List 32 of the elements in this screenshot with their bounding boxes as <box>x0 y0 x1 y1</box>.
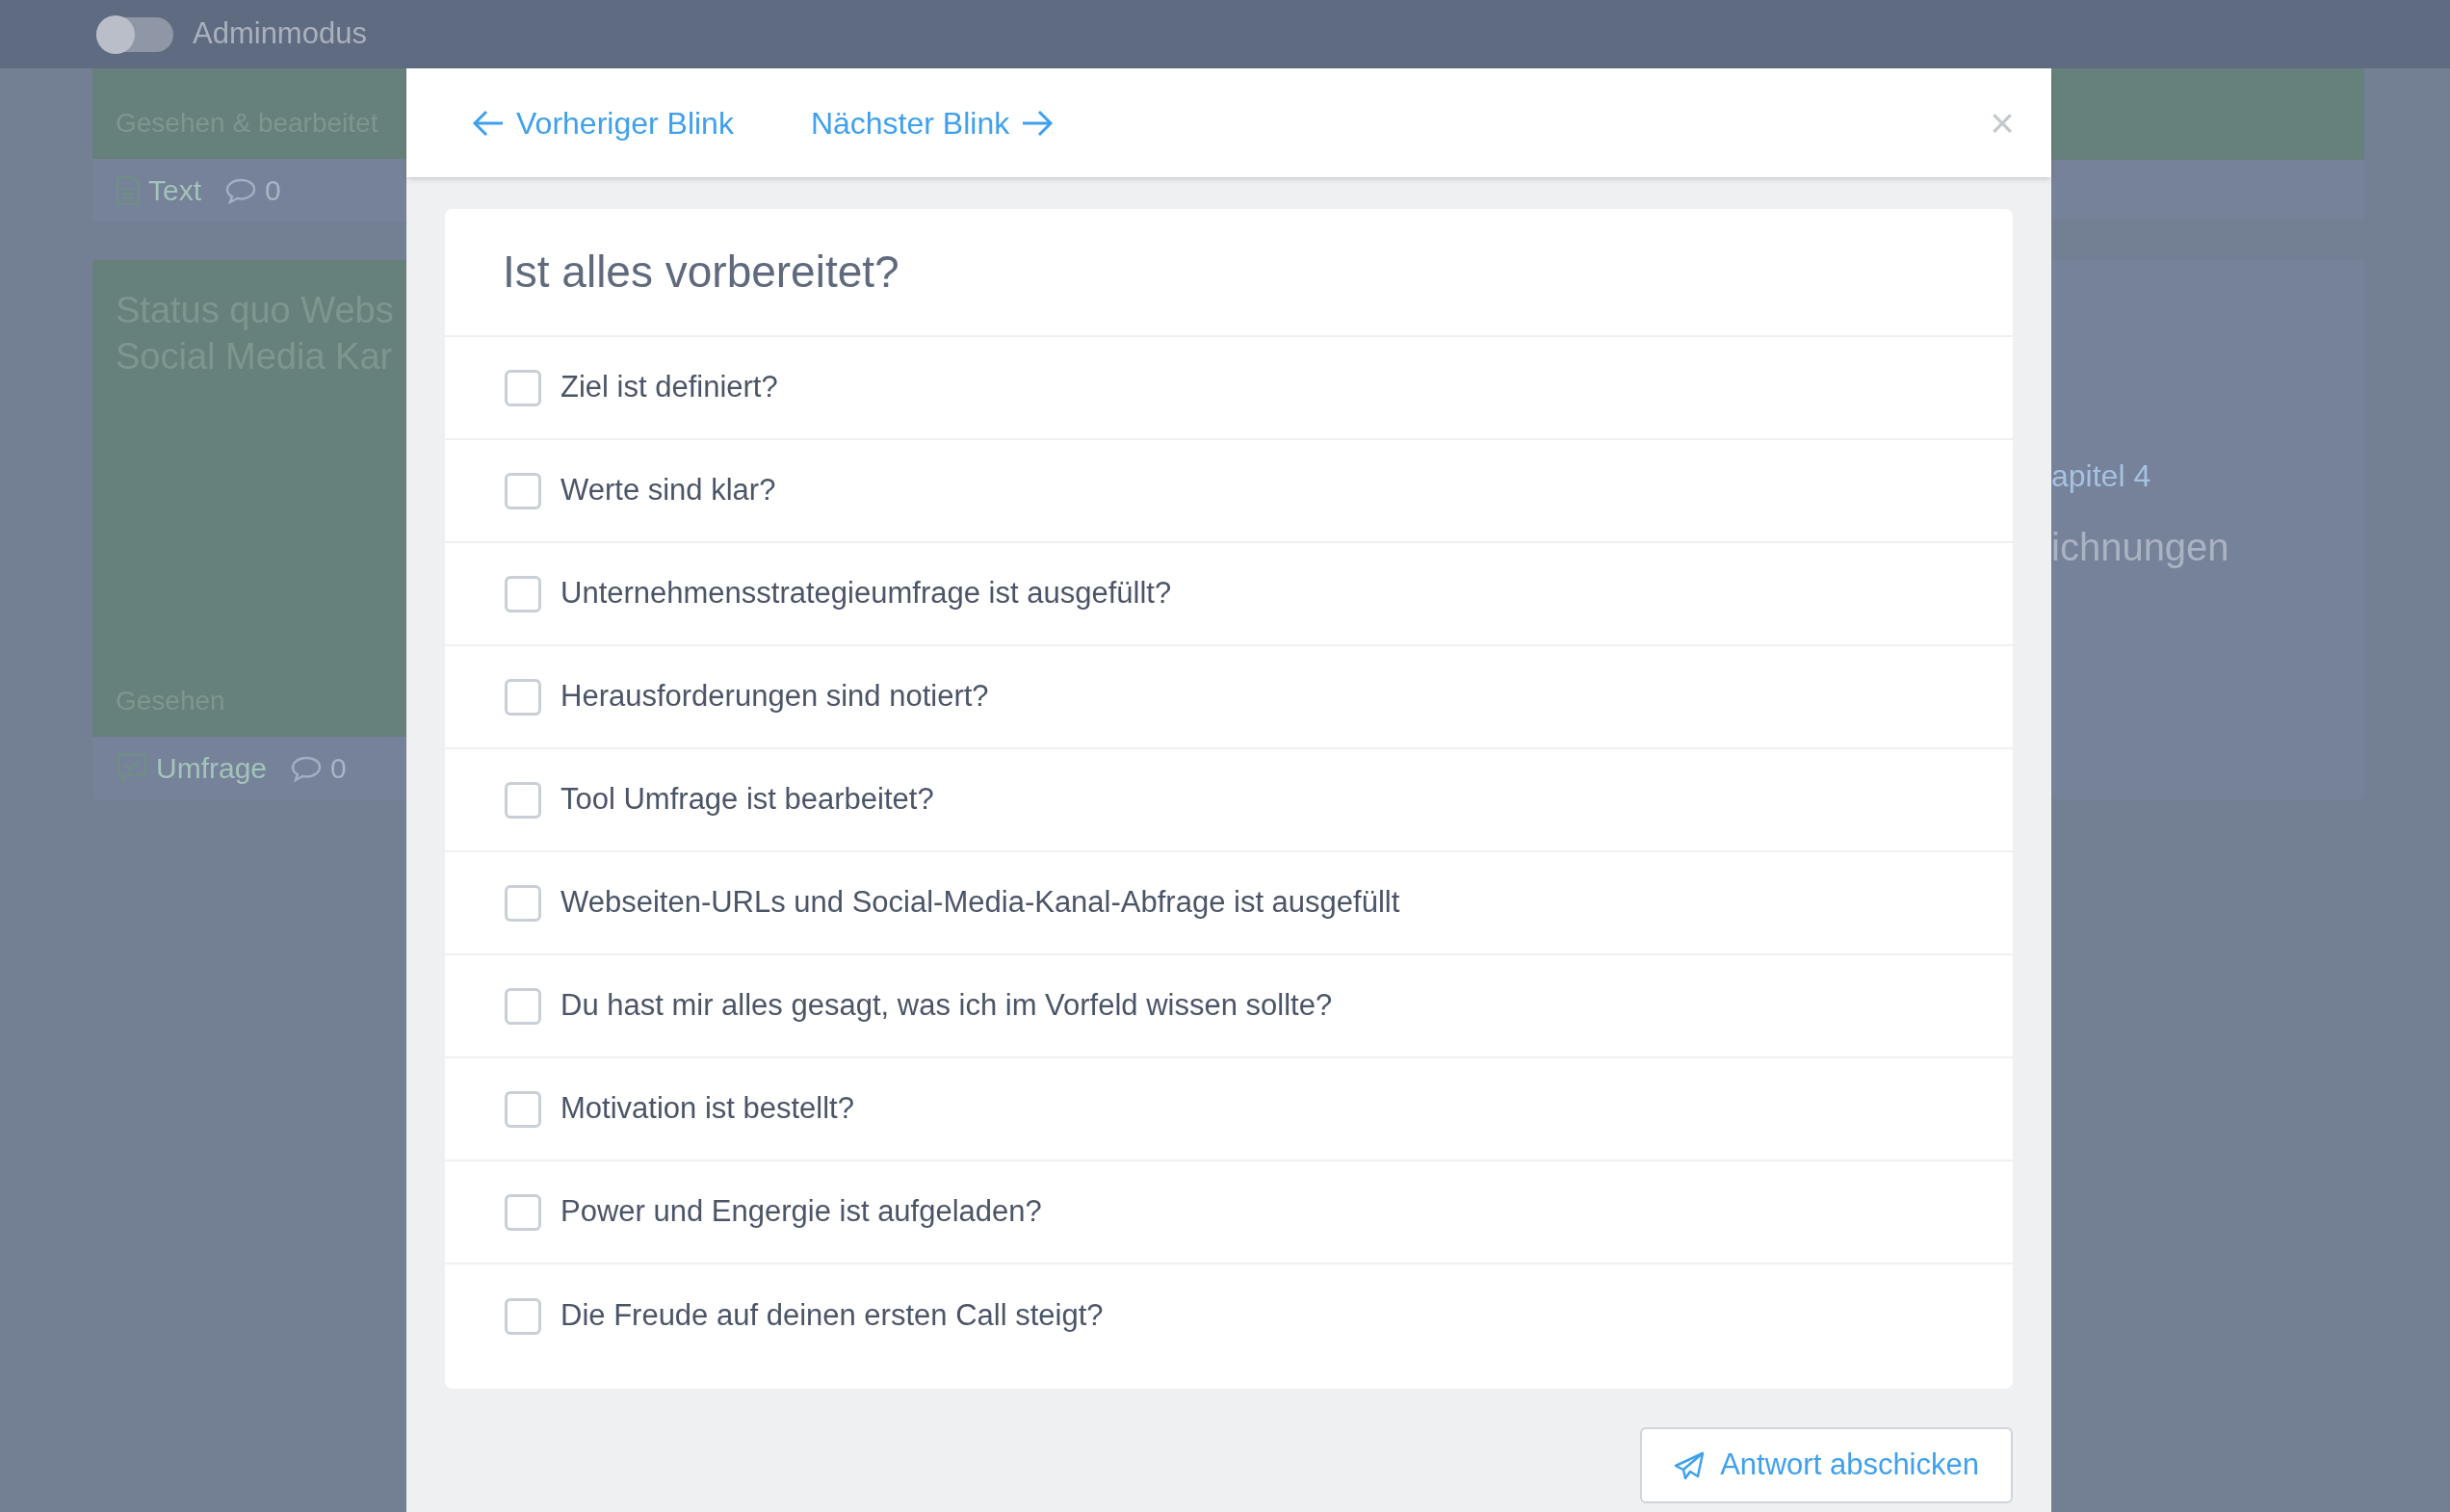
checklist-option[interactable]: Die Freude auf deinen ersten Call steigt? <box>445 1264 2013 1368</box>
paper-plane-icon <box>1674 1450 1706 1480</box>
checkbox[interactable] <box>505 884 541 922</box>
checklist-option[interactable]: Unternehmensstrategieumfrage ist ausgefüllt? <box>445 543 2013 646</box>
admin-toggle[interactable] <box>96 16 173 52</box>
comment-icon <box>290 754 324 782</box>
admin-mode-label: Adminmodus <box>193 15 367 53</box>
checklist-option[interactable]: Tool Umfrage ist bearbeitet? <box>445 749 2013 852</box>
checklist-option[interactable]: Ziel ist definiert? <box>445 337 2013 440</box>
checkbox[interactable] <box>505 369 541 406</box>
checkbox[interactable] <box>505 1297 541 1335</box>
checkbox[interactable] <box>505 1090 541 1128</box>
checkbox[interactable] <box>505 575 541 613</box>
checklist-option[interactable]: Werte sind klar? <box>445 440 2013 543</box>
comment-icon <box>224 176 258 204</box>
checklist-option[interactable]: Webseiten-URLs und Social-Media-Kanal-Abfrage ist ausgefüllt <box>445 852 2013 955</box>
checkbox[interactable] <box>505 472 541 509</box>
checkbox[interactable] <box>505 781 541 819</box>
checkbox[interactable] <box>505 1193 541 1231</box>
card-type-label: Text <box>148 173 202 208</box>
checklist-option[interactable]: Power und Engergie ist aufgeladen? <box>445 1161 2013 1264</box>
checkbox[interactable] <box>505 987 541 1025</box>
card-type-label: Umfrage <box>156 751 268 786</box>
chapter-card[interactable] <box>2051 68 2364 220</box>
checklist-option[interactable]: Herausforderungen sind notiert? <box>445 646 2013 749</box>
arrow-right-icon <box>1021 108 1055 138</box>
checklist-option[interactable]: Du hast mir alles gesagt, was ich im Vorfeld wissen sollte? <box>445 955 2013 1058</box>
question-title: Ist alles vorbereitet? <box>503 246 899 299</box>
checkbox[interactable] <box>505 678 541 716</box>
checklist-option[interactable]: Motivation ist bestellt? <box>445 1058 2013 1161</box>
arrow-left-icon <box>472 108 505 138</box>
chapter-label: apitel 4 <box>2051 457 2152 495</box>
